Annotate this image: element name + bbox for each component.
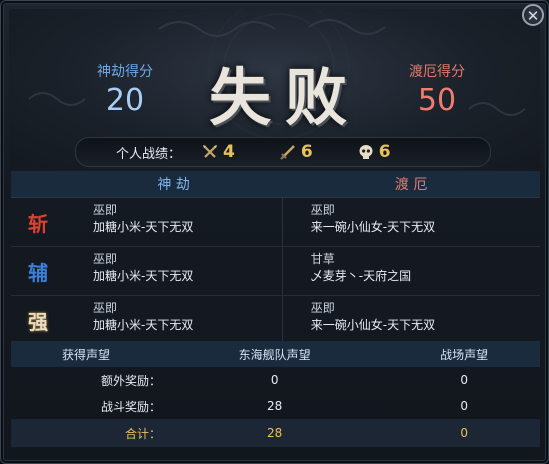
sword-icon: [280, 145, 295, 160]
rewards-header: 获得声望: [11, 341, 161, 367]
kills-stat: 4: [201, 142, 235, 162]
reward-row: 额外奖励： 0 0: [11, 367, 540, 393]
assists-stat: 6: [279, 142, 313, 162]
right-score-block: 渡厄得分 50: [377, 61, 497, 118]
player-cell: 巫即 加糖小米-天下无双: [65, 197, 283, 247]
rewards-header: 东海舰队声望: [161, 341, 389, 367]
rewards-table: 获得声望 东海舰队声望 战场声望 额外奖励： 0 0 战斗奖励： 28 0 合计…: [11, 341, 540, 447]
left-score-label: 神劫得分: [97, 64, 153, 80]
right-score-value: 50: [417, 83, 457, 118]
total-value: 0: [388, 419, 540, 447]
teams-header-row: 神 劫 渡 厄: [11, 171, 540, 198]
result-title: 失败: [208, 61, 361, 134]
badge-slash-icon: 斩: [11, 197, 65, 247]
left-score-value: 20: [105, 83, 145, 118]
total-row: 合计： 28 0: [11, 419, 540, 447]
close-button[interactable]: ✕: [522, 4, 544, 26]
assists-value: 6: [300, 142, 313, 162]
badge-support-icon: 辅: [11, 246, 65, 296]
right-score-label: 渡厄得分: [409, 64, 465, 80]
deaths-stat: 6: [357, 142, 391, 162]
reward-label: 额外奖励：: [100, 373, 161, 388]
close-icon: ✕: [526, 7, 540, 25]
table-row: 强 巫即 加糖小米-天下无双 巫即 来一碗小仙女-天下无双: [11, 295, 540, 345]
player-cell: 甘草 乄麦芽丶-天府之国: [281, 246, 540, 296]
left-score-block: 神劫得分 20: [65, 61, 185, 118]
reward-row: 战斗奖励： 28 0: [11, 393, 540, 419]
total-value: 28: [161, 419, 389, 447]
player-cell: 巫即 来一碗小仙女-天下无双: [281, 295, 540, 345]
kills-value: 4: [223, 142, 235, 162]
player-cell: 巫即 加糖小米-天下无双: [65, 246, 283, 296]
teams-table: 神 劫 渡 厄 斩 巫即 加糖小米-天下无双 巫即 来一碗小仙女-天下无双 辅 …: [11, 171, 540, 349]
result-panel: 神劫得分 20 失败 渡厄得分 50 个人战绩： 4 6 6 ✕ 神 劫 渡 厄…: [0, 0, 549, 464]
rewards-header-row: 获得声望 东海舰队声望 战场声望: [11, 341, 540, 367]
total-label: 合计：: [11, 419, 161, 447]
personal-stats-bar: 个人战绩： 4 6 6: [75, 137, 491, 167]
table-row: 辅 巫即 加糖小米-天下无双 甘草 乄麦芽丶-天府之国: [11, 246, 540, 296]
badge-strong-icon: 强: [11, 295, 65, 345]
table-row: 斩 巫即 加糖小米-天下无双 巫即 来一碗小仙女-天下无双: [11, 197, 540, 247]
rewards-header: 战场声望: [388, 341, 540, 367]
player-cell: 巫即 来一碗小仙女-天下无双: [281, 197, 540, 247]
player-cell: 巫即 加糖小米-天下无双: [65, 295, 283, 345]
team-right-header: 渡 厄: [282, 171, 540, 198]
reward-value: 0: [460, 373, 468, 387]
skull-icon: [359, 145, 373, 159]
header-area: 神劫得分 20 失败 渡厄得分 50 个人战绩： 4 6 6: [9, 9, 540, 169]
reward-value: 0: [270, 373, 279, 387]
team-left-header: 神 劫: [65, 171, 283, 198]
reward-value: 28: [267, 399, 283, 413]
deaths-value: 6: [378, 142, 391, 162]
personal-stats-label: 个人战绩：: [116, 146, 182, 162]
reward-label: 战斗奖励：: [100, 399, 161, 414]
crossed-swords-icon: [203, 145, 218, 158]
reward-value: 0: [460, 399, 468, 413]
